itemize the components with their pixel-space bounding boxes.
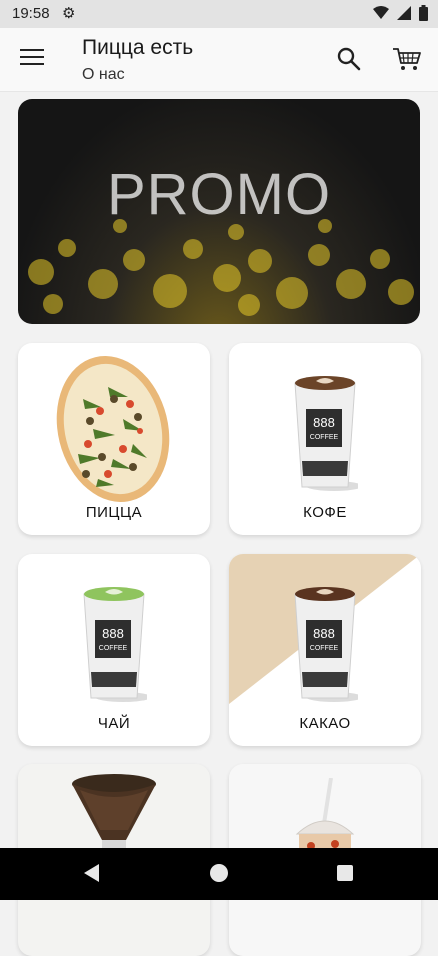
- status-indicators: [373, 5, 428, 21]
- category-card-pizza[interactable]: ПИЦЦА: [18, 343, 210, 535]
- home-icon[interactable]: [210, 864, 228, 882]
- signal-icon: [397, 6, 411, 20]
- category-label: ЧАЙ: [97, 715, 131, 732]
- category-card-tea[interactable]: 888 COFFEE ЧАЙ: [18, 554, 210, 746]
- battery-icon: [419, 5, 428, 21]
- cup-brand-word: COFFEE: [310, 434, 339, 441]
- gear-icon: ⚙: [62, 5, 76, 22]
- category-label: ПИЦЦА: [85, 504, 143, 521]
- cup-brand-number: 888: [313, 626, 335, 641]
- cup-brand-number: 888: [102, 626, 124, 641]
- app-bar: Пицца есть О нас: [0, 28, 438, 92]
- system-nav-bar: [0, 848, 438, 900]
- category-label: КАКАО: [299, 715, 351, 732]
- category-card-cocoa[interactable]: 888 COFFEE КАКАО: [229, 554, 421, 746]
- tea-cup-image: 888 COFFEE: [83, 587, 147, 702]
- recents-icon[interactable]: [337, 865, 353, 881]
- promo-title: PROMO: [106, 162, 332, 227]
- coffee-cup-image: 888 COFFEE: [294, 376, 358, 491]
- about-link[interactable]: О нас: [82, 66, 125, 84]
- cup-brand-word: COFFEE: [310, 645, 339, 652]
- cold-drink-image: [295, 778, 355, 858]
- status-time: 19:58: [12, 5, 50, 22]
- search-icon[interactable]: [336, 46, 362, 72]
- pizza-image: [56, 355, 170, 503]
- back-icon[interactable]: [84, 864, 99, 882]
- cocoa-cup-image: 888 COFFEE: [294, 587, 358, 702]
- category-card-coffee[interactable]: 888 COFFEE КОФЕ: [229, 343, 421, 535]
- cup-brand-number: 888: [313, 415, 335, 430]
- cup-brand-word: COFFEE: [99, 645, 128, 652]
- status-bar: 19:58 ⚙: [0, 0, 438, 28]
- promo-banner[interactable]: PROMO: [18, 99, 420, 324]
- filter-coffee-image: [72, 774, 156, 848]
- category-label: КОФЕ: [303, 504, 347, 521]
- wifi-icon: [373, 6, 389, 19]
- cart-icon[interactable]: [392, 44, 422, 74]
- app-title: Пицца есть: [82, 36, 194, 59]
- menu-icon[interactable]: [20, 49, 44, 69]
